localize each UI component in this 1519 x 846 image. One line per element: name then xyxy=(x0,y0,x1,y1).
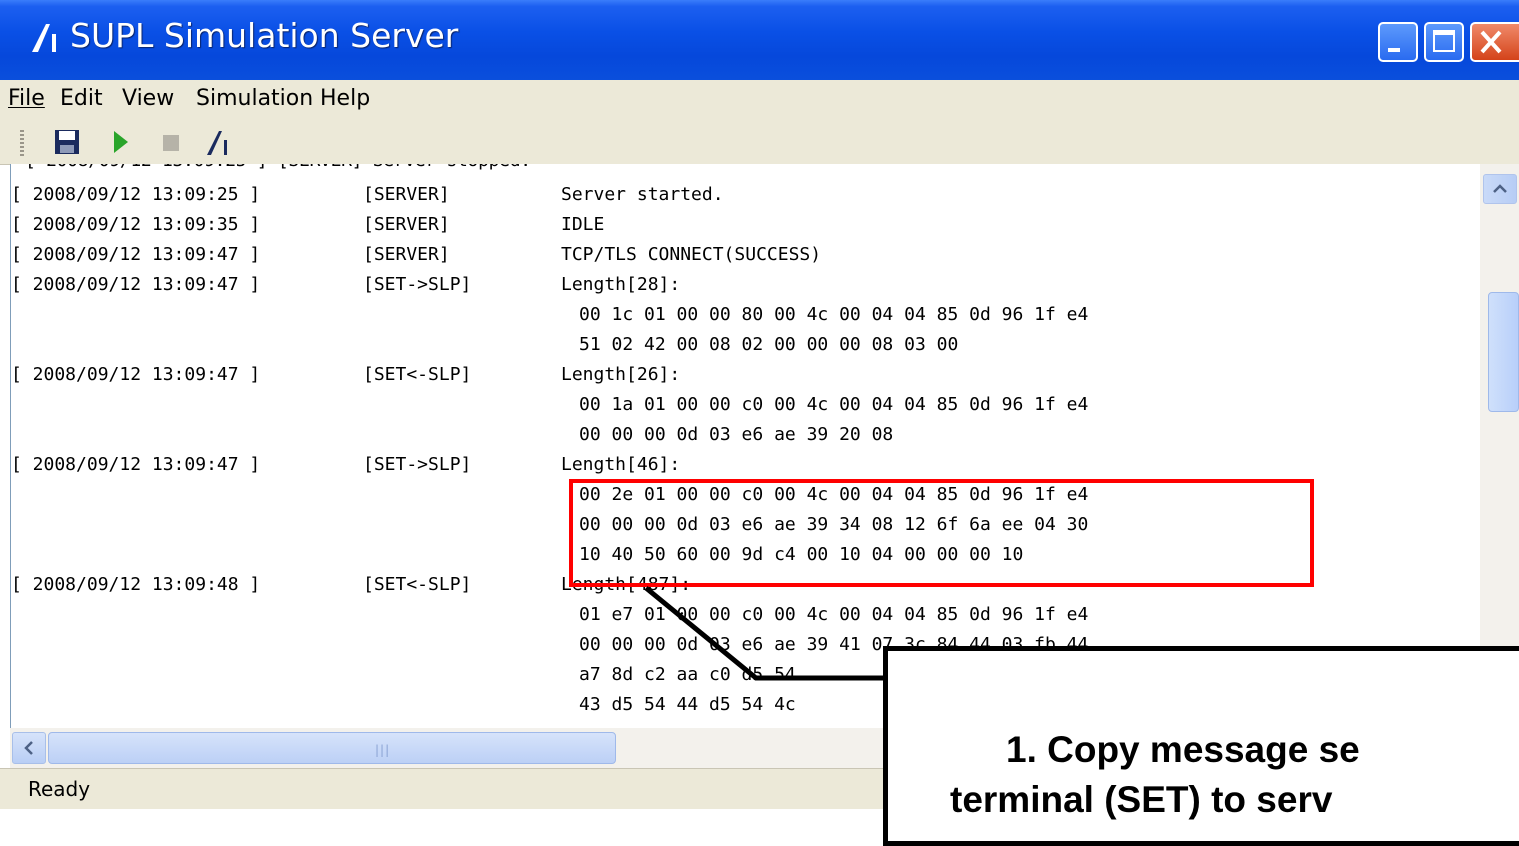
hex-bytes: 00 1a 01 00 00 c0 00 4c 00 04 04 85 0d 9… xyxy=(579,394,1089,415)
hex-bytes: 00 00 00 0d 03 e6 ae 39 34 08 12 6f 6a e… xyxy=(579,514,1089,535)
log-hex-line: 51 02 42 00 08 02 00 00 00 08 03 00 xyxy=(11,330,1481,360)
title-bar[interactable]: SUPL Simulation Server xyxy=(0,0,1519,80)
log-source: [SET<-SLP] xyxy=(363,574,472,595)
log-hex-line: 00 2e 01 00 00 c0 00 4c 00 04 04 85 0d 9… xyxy=(11,480,1481,510)
minimize-button[interactable] xyxy=(1378,22,1418,62)
log-time: [ 2008/09/12 13:09:47 ] xyxy=(11,244,261,265)
annotation-callout: 1. Copy message se terminal (SET) to ser… xyxy=(883,646,1519,846)
log-message: IDLE xyxy=(561,214,605,235)
log-hex-line: 10 40 50 60 00 9d c4 00 10 04 00 00 00 1… xyxy=(11,540,1481,570)
supl-logo-icon xyxy=(32,24,56,52)
horizontal-scroll-thumb[interactable]: ||| xyxy=(48,732,616,764)
log-time: [ 2008/09/12 13:09:47 ] xyxy=(11,454,261,475)
menu-edit[interactable]: Edit xyxy=(60,86,103,111)
status-text: Ready xyxy=(28,777,91,801)
menu-help-label: Help xyxy=(320,86,371,111)
scroll-grip-icon: ||| xyxy=(375,743,391,757)
menu-file-label: File xyxy=(8,86,45,111)
toolbar-grip[interactable] xyxy=(20,130,24,156)
hex-bytes: 51 02 42 00 08 02 00 00 00 08 03 00 xyxy=(579,334,959,355)
minimize-icon xyxy=(1388,48,1400,52)
log-hex-line: 00 00 00 0d 03 e6 ae 39 34 08 12 6f 6a e… xyxy=(11,510,1481,540)
hex-bytes: 43 d5 54 44 d5 54 4c xyxy=(579,694,796,715)
menu-simulation-label: Simulation xyxy=(196,86,314,111)
menu-view[interactable]: View xyxy=(122,86,174,111)
log-time: [ 2008/09/12 13:09:48 ] xyxy=(11,574,261,595)
vertical-scrollbar[interactable] xyxy=(1480,164,1519,728)
log-hex-line: 00 1c 01 00 00 80 00 4c 00 04 04 85 0d 9… xyxy=(11,300,1481,330)
maximize-button[interactable] xyxy=(1424,22,1464,62)
vertical-scroll-thumb[interactable] xyxy=(1488,292,1519,412)
log-hex-line: 00 00 00 0d 03 e6 ae 39 20 08 xyxy=(11,420,1481,450)
log-source: [SERVER] xyxy=(363,184,450,205)
callout-text-line-1: 1. Copy message se xyxy=(1006,729,1360,770)
stop-icon xyxy=(163,135,179,151)
settings-button[interactable] xyxy=(204,127,234,163)
menu-file[interactable]: File xyxy=(8,86,45,111)
log-time: [ 2008/09/12 13:09:47 ] xyxy=(11,364,261,385)
floppy-disk-icon xyxy=(55,130,79,154)
log-message: Length[28]: xyxy=(561,274,681,295)
callout-text-line-2: terminal (SET) to serv xyxy=(950,779,1333,820)
maximize-icon xyxy=(1433,30,1455,52)
log-entry: [ 2008/09/12 13:09:47 ] [SERVER] TCP/TLS… xyxy=(11,240,1481,270)
log-hex-line: 01 e7 01 00 00 c0 00 4c 00 04 04 85 0d 9… xyxy=(11,600,1481,630)
log-message: Server started. xyxy=(561,184,724,205)
toolbar xyxy=(0,122,1519,165)
close-button[interactable] xyxy=(1470,22,1519,62)
menu-edit-label: Edit xyxy=(60,86,103,111)
menu-simulation[interactable]: Simulation xyxy=(196,86,313,111)
log-view[interactable]: [ 2008/09/12 13:09:25 ] [SERVER] Server … xyxy=(10,164,1481,728)
hex-bytes: 10 40 50 60 00 9d c4 00 10 04 00 00 00 1… xyxy=(579,544,1024,565)
hex-bytes: 00 00 00 0d 03 e6 ae 39 20 08 xyxy=(579,424,894,445)
play-icon xyxy=(114,131,128,153)
log-message: Length[46]: xyxy=(561,454,681,475)
log-entry: [ 2008/09/12 13:09:47 ] [SET->SLP] Lengt… xyxy=(11,450,1481,480)
supl-logo-icon xyxy=(207,131,227,155)
hex-bytes: 00 2e 01 00 00 c0 00 4c 00 04 04 85 0d 9… xyxy=(579,484,1089,505)
log-message: TCP/TLS CONNECT(SUCCESS) xyxy=(561,244,822,265)
log-source: [SERVER] xyxy=(363,214,450,235)
log-entry: [ 2008/09/12 13:09:25 ] [SERVER] Server … xyxy=(11,180,1481,210)
log-source: [SERVER] xyxy=(363,244,450,265)
hex-bytes: a7 8d c2 aa c0 d5 54 xyxy=(579,664,796,685)
log-message: Length[26]: xyxy=(561,364,681,385)
menu-help[interactable]: Help xyxy=(320,86,370,111)
log-message: Length[487]: xyxy=(561,574,692,595)
log-entry: [ 2008/09/12 13:09:35 ] [SERVER] IDLE xyxy=(11,210,1481,240)
save-button[interactable] xyxy=(52,127,82,161)
log-time: [ 2008/09/12 13:09:35 ] xyxy=(11,214,261,235)
hex-bytes: 00 1c 01 00 00 80 00 4c 00 04 04 85 0d 9… xyxy=(579,304,1089,325)
log-entry: [ 2008/09/12 13:09:48 ] [SET<-SLP] Lengt… xyxy=(11,570,1481,600)
chevron-up-icon xyxy=(1493,184,1507,193)
log-entry: [ 2008/09/12 13:09:47 ] [SET->SLP] Lengt… xyxy=(11,270,1481,300)
log-entry: [ 2008/09/12 13:09:47 ] [SET<-SLP] Lengt… xyxy=(11,360,1481,390)
log-source: [SET->SLP] xyxy=(363,274,472,295)
menu-view-label: View xyxy=(122,86,175,111)
log-time: [ 2008/09/12 13:09:47 ] xyxy=(11,274,261,295)
close-icon xyxy=(1480,30,1502,54)
log-source: [SET<-SLP] xyxy=(363,364,472,385)
menu-bar: File Edit View Simulation Help xyxy=(0,80,1519,123)
window-title: SUPL Simulation Server xyxy=(70,16,459,55)
log-time: [ 2008/09/12 13:09:25 ] xyxy=(11,184,261,205)
log-hex-line: 00 1a 01 00 00 c0 00 4c 00 04 04 85 0d 9… xyxy=(11,390,1481,420)
scroll-up-button[interactable] xyxy=(1483,174,1517,204)
start-button[interactable] xyxy=(108,127,138,161)
hex-bytes: 01 e7 01 00 00 c0 00 4c 00 04 04 85 0d 9… xyxy=(579,604,1089,625)
scroll-left-button[interactable] xyxy=(12,732,46,764)
log-source: [SET->SLP] xyxy=(363,454,472,475)
log-cutoff-line: [ 2008/09/12 13:09:25 ] [SERVER] Server … xyxy=(25,164,531,172)
stop-button[interactable] xyxy=(155,127,185,161)
chevron-left-icon xyxy=(24,741,33,755)
